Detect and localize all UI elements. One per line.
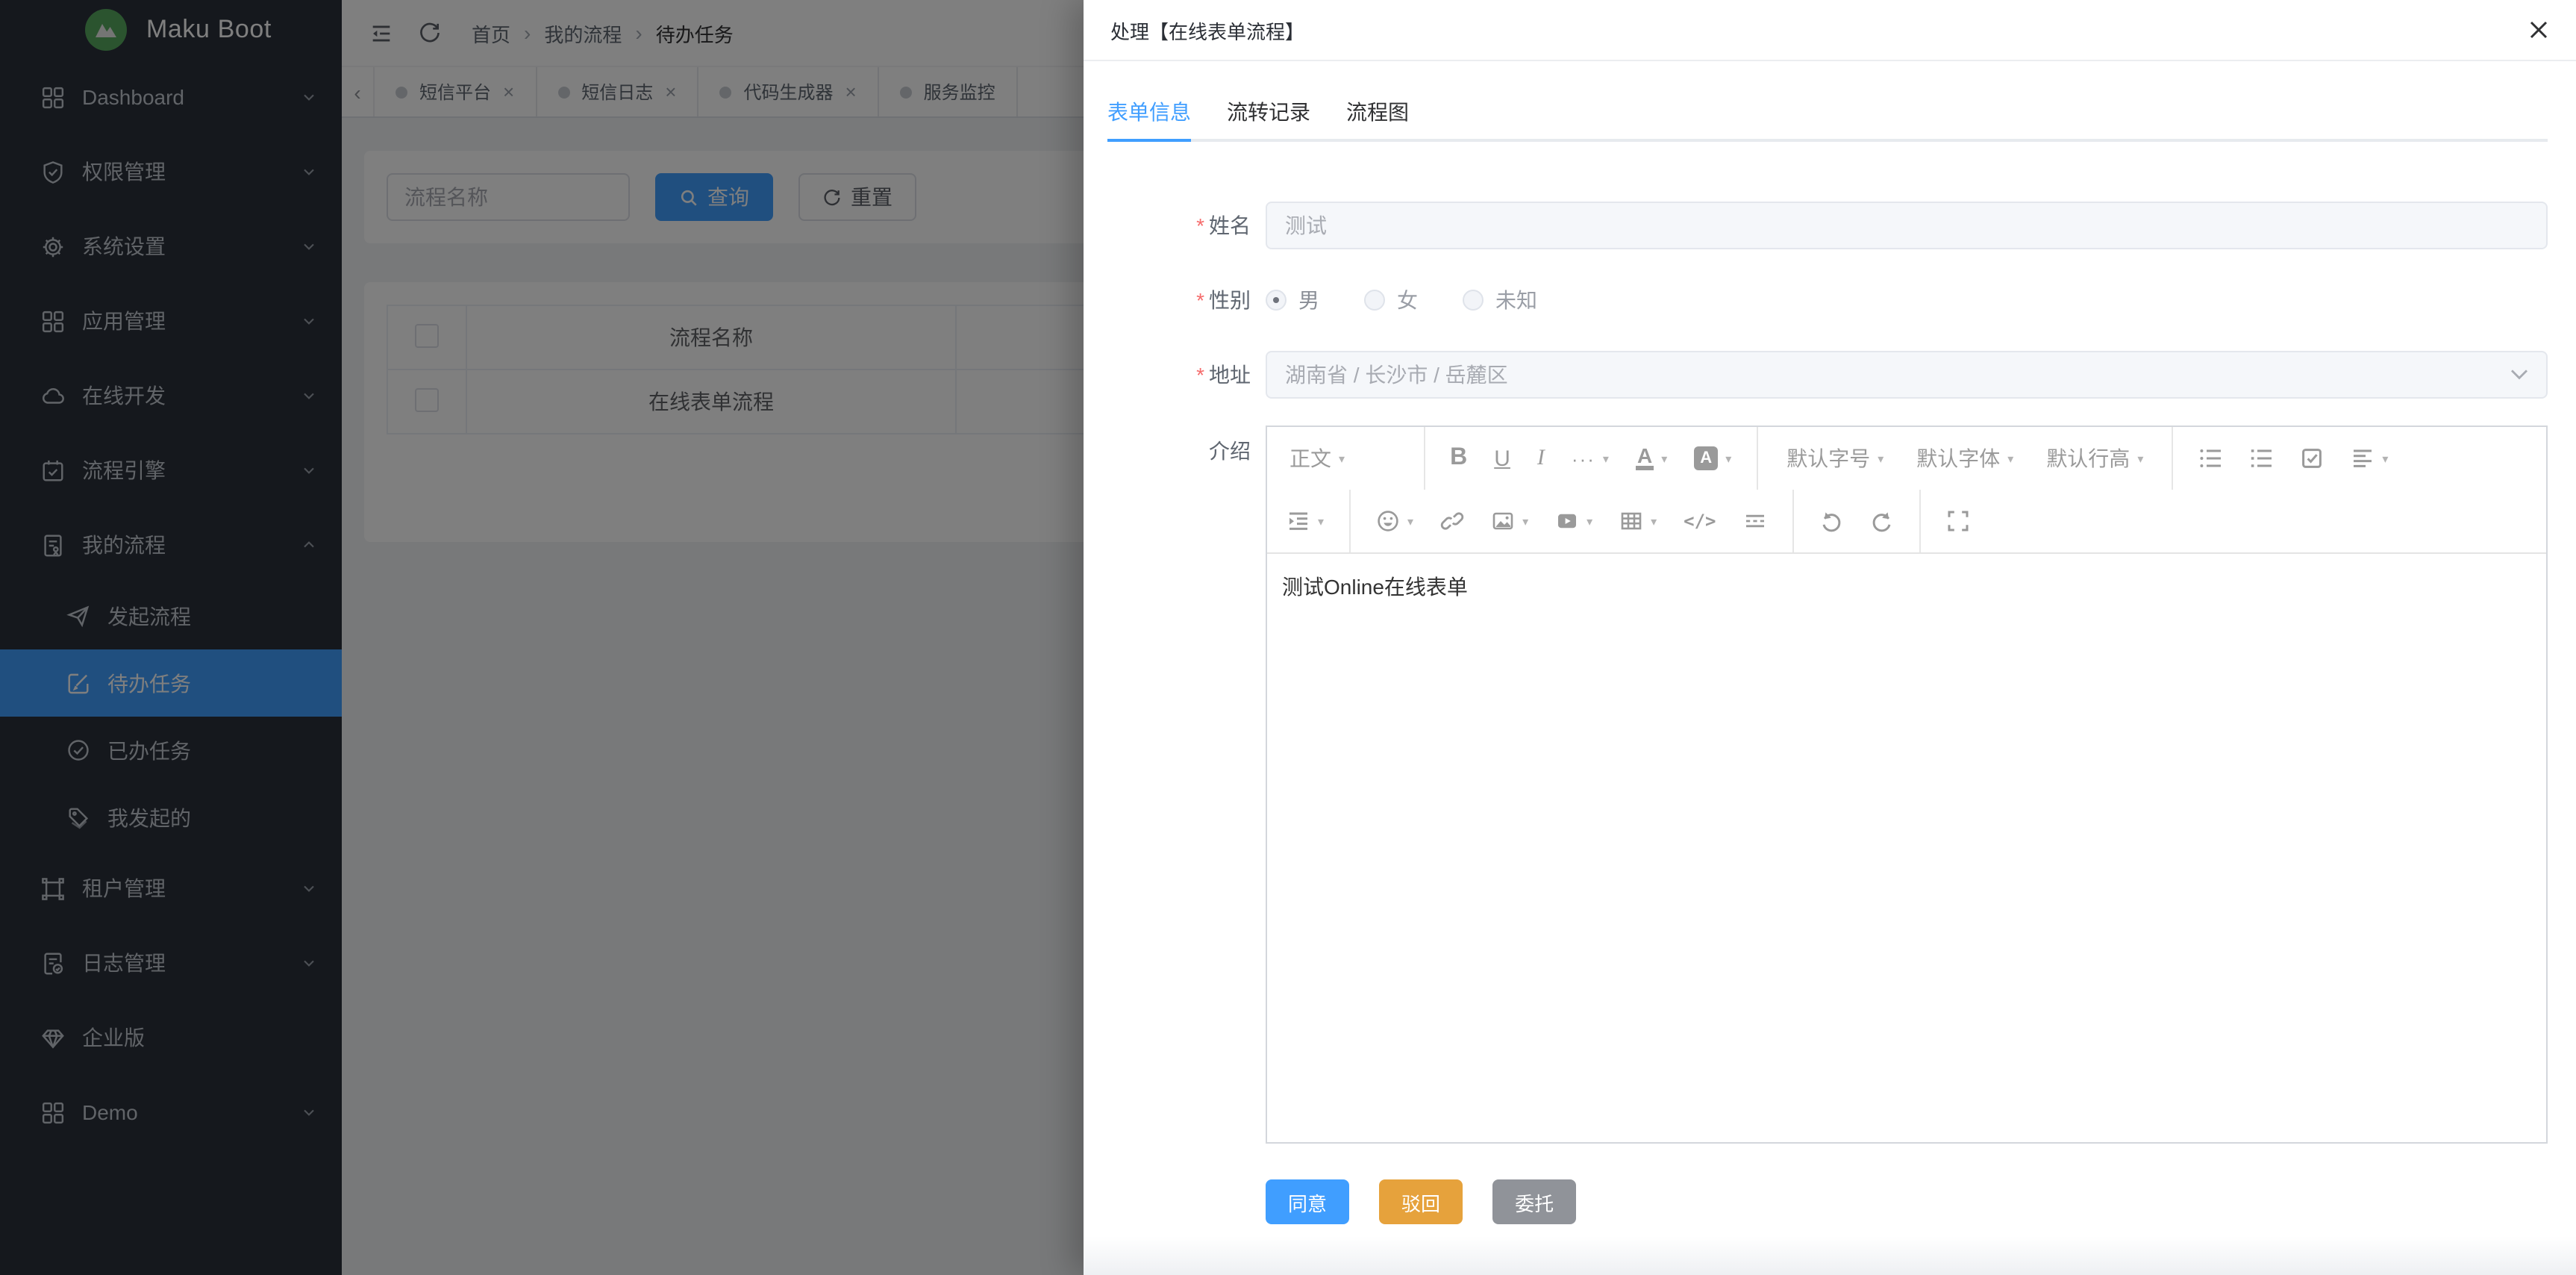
form-row-name: *姓名 bbox=[1107, 202, 2548, 249]
close-icon[interactable] bbox=[2528, 19, 2549, 40]
blockquote-button[interactable]: “ bbox=[1375, 448, 1398, 469]
tab-flow-records[interactable]: 流转记录 bbox=[1227, 85, 1310, 139]
tab-flow-diagram[interactable]: 流程图 bbox=[1346, 85, 1409, 139]
toolbar-row-1: 正文▾ “ B U I ···▾ A▾ A▾ 默认字号▾ bbox=[1267, 427, 2546, 490]
caret-down-icon: ▾ bbox=[1725, 452, 1731, 465]
caret-down-icon: ▾ bbox=[1878, 452, 1883, 465]
caret-down-icon: ▾ bbox=[1339, 452, 1345, 465]
gender-label: 性别 bbox=[1209, 288, 1251, 312]
caret-down-icon: ▾ bbox=[1407, 514, 1413, 528]
required-mark: * bbox=[1196, 363, 1204, 387]
address-label: 地址 bbox=[1209, 363, 1251, 387]
reject-button[interactable]: 驳回 bbox=[1379, 1179, 1463, 1224]
underline-button[interactable]: U bbox=[1494, 446, 1510, 471]
radio-circle-icon bbox=[1463, 290, 1484, 311]
redo-icon[interactable] bbox=[1870, 509, 1894, 533]
font-size-dropdown[interactable]: 默认字号▾ bbox=[1786, 443, 1883, 473]
image-dropdown[interactable]: ▾ bbox=[1491, 509, 1528, 533]
tab-form-info[interactable]: 表单信息 bbox=[1107, 85, 1191, 139]
gender-radio-group: 男 女 未知 bbox=[1266, 276, 2548, 324]
approve-button[interactable]: 同意 bbox=[1266, 1179, 1349, 1224]
toolbar-row-2: ▾ ▾ ▾ ▾ ▾ </> bbox=[1267, 490, 2546, 552]
undo-icon[interactable] bbox=[1819, 509, 1843, 533]
fullscreen-button[interactable] bbox=[1946, 509, 1970, 533]
paragraph-style-dropdown[interactable]: 正文▾ bbox=[1289, 443, 1345, 473]
process-form: *姓名 *性别 男 女 bbox=[1107, 202, 2548, 1224]
line-height-dropdown[interactable]: 默认行高▾ bbox=[2046, 443, 2143, 473]
form-row-address: *地址 湖南省 / 长沙市 / 岳麓区 bbox=[1107, 351, 2548, 399]
rich-text-editor: 正文▾ “ B U I ···▾ A▾ A▾ 默认字号▾ bbox=[1266, 425, 2548, 1144]
align-dropdown[interactable]: ▾ bbox=[2351, 446, 2388, 470]
radio-circle-icon bbox=[1266, 290, 1287, 311]
bullet-list-button[interactable] bbox=[2198, 446, 2222, 470]
bold-button[interactable]: B bbox=[1450, 445, 1467, 472]
radio-circle-icon bbox=[1364, 290, 1385, 311]
drawer-bottom-fade bbox=[1084, 1236, 2576, 1275]
emoji-dropdown[interactable]: ▾ bbox=[1376, 509, 1413, 533]
caret-down-icon: ▾ bbox=[1661, 452, 1667, 465]
toolbar-divider bbox=[1792, 490, 1794, 552]
more-styles-dropdown[interactable]: ···▾ bbox=[1572, 447, 1609, 470]
delegate-button[interactable]: 委托 bbox=[1492, 1179, 1576, 1224]
form-row-intro: 介绍 正文▾ “ B U I ···▾ A▾ bbox=[1107, 425, 2548, 1144]
caret-down-icon: ▾ bbox=[2382, 452, 2388, 465]
radio-male[interactable]: 男 bbox=[1266, 285, 1319, 315]
caret-down-icon: ▾ bbox=[1318, 514, 1324, 528]
name-label: 姓名 bbox=[1209, 213, 1251, 237]
toolbar-divider bbox=[1757, 427, 1758, 490]
intro-label: 介绍 bbox=[1209, 439, 1251, 463]
caret-down-icon: ▾ bbox=[2137, 452, 2143, 465]
drawer-title: 处理【在线表单流程】 bbox=[1110, 16, 1304, 44]
caret-down-icon: ▾ bbox=[1586, 514, 1592, 528]
radio-female[interactable]: 女 bbox=[1364, 285, 1418, 315]
toolbar-divider bbox=[2172, 427, 2173, 490]
name-field[interactable] bbox=[1266, 202, 2548, 249]
font-family-dropdown[interactable]: 默认字体▾ bbox=[1916, 443, 2013, 473]
video-dropdown[interactable]: ▾ bbox=[1555, 509, 1592, 533]
ordered-list-button[interactable] bbox=[2249, 446, 2273, 470]
code-block-button[interactable]: </> bbox=[1684, 511, 1716, 531]
drawer-header: 处理【在线表单流程】 bbox=[1084, 0, 2576, 61]
address-select[interactable]: 湖南省 / 长沙市 / 岳麓区 bbox=[1266, 351, 2548, 399]
link-button[interactable] bbox=[1440, 509, 1464, 533]
required-mark: * bbox=[1196, 213, 1204, 237]
editor-toolbar: 正文▾ “ B U I ···▾ A▾ A▾ 默认字号▾ bbox=[1267, 427, 2546, 554]
process-drawer: 处理【在线表单流程】 表单信息 流转记录 流程图 *姓名 *性别 bbox=[1084, 0, 2576, 1275]
italic-button[interactable]: I bbox=[1537, 446, 1545, 471]
table-dropdown[interactable]: ▾ bbox=[1619, 509, 1657, 533]
required-mark: * bbox=[1196, 288, 1204, 312]
bg-color-dropdown[interactable]: A▾ bbox=[1694, 446, 1731, 470]
divider-button[interactable] bbox=[1743, 509, 1767, 533]
editor-content[interactable]: 测试Online在线表单 bbox=[1267, 554, 2546, 1142]
toolbar-divider bbox=[1423, 427, 1425, 490]
toolbar-divider bbox=[1349, 490, 1351, 552]
drawer-tabs: 表单信息 流转记录 流程图 bbox=[1107, 85, 2548, 142]
form-row-gender: *性别 男 女 未知 bbox=[1107, 276, 2548, 324]
caret-down-icon: ▾ bbox=[1603, 452, 1609, 465]
app-window: Maku Boot Dashboard 权限管理 系统设置 应用管理 bbox=[0, 0, 2576, 1275]
caret-down-icon: ▾ bbox=[1651, 514, 1657, 528]
radio-unknown[interactable]: 未知 bbox=[1463, 285, 1537, 315]
chevron-down-icon bbox=[2510, 369, 2528, 381]
indent-dropdown[interactable]: ▾ bbox=[1287, 509, 1324, 533]
drawer-actions: 同意 驳回 委托 bbox=[1266, 1179, 2548, 1224]
todo-list-button[interactable] bbox=[2300, 446, 2324, 470]
caret-down-icon: ▾ bbox=[1522, 514, 1528, 528]
toolbar-divider bbox=[1919, 490, 1921, 552]
caret-down-icon: ▾ bbox=[2007, 452, 2013, 465]
font-color-dropdown[interactable]: A▾ bbox=[1636, 446, 1667, 470]
drawer-body: 表单信息 流转记录 流程图 *姓名 *性别 男 bbox=[1084, 61, 2576, 1224]
